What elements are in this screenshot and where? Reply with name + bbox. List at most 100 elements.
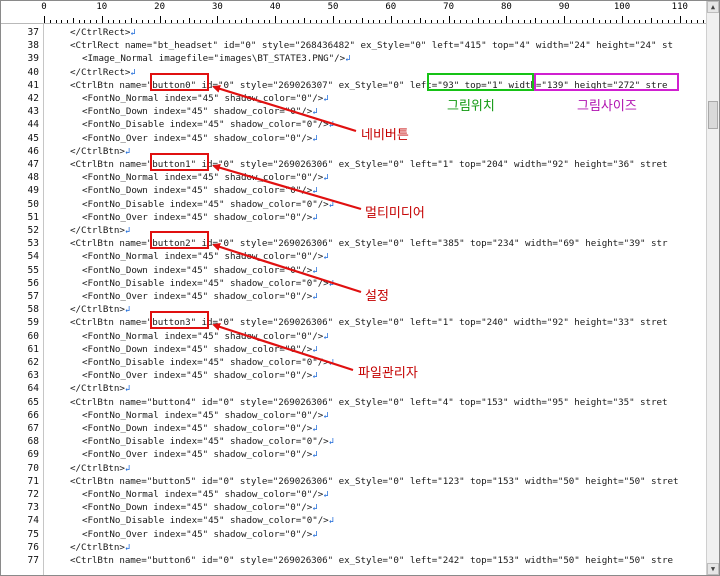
code-line[interactable]: <FontNo_Down index="45" shadow_color="0"… (82, 343, 318, 356)
code-line[interactable]: </CtrlBtn>↲ (70, 303, 130, 316)
code-text: <FontNo_Normal index="45" shadow_color="… (82, 489, 324, 500)
line-return-icon: ↲ (312, 371, 318, 382)
code-text: <FontNo_Down index="45" shadow_color="0"… (82, 185, 313, 197)
line-return-icon: ↲ (124, 146, 131, 157)
code-text: </CtrlBtn> (70, 304, 125, 316)
code-line[interactable]: <Image_Normal imagefile="images\BT_STATE… (82, 52, 351, 65)
code-line[interactable]: <FontNo_Down index="45" shadow_color="0"… (82, 501, 318, 514)
ruler-tick (142, 20, 144, 23)
line-number: 38 (27, 40, 39, 52)
code-line[interactable]: <FontNo_Over index="45" shadow_color="0"… (82, 369, 318, 382)
code-line[interactable]: <CtrlRect name="bt_headset" id="0" style… (70, 39, 673, 52)
code-line[interactable]: </CtrlBtn>↲ (70, 145, 130, 158)
code-line[interactable]: </CtrlBtn>↲ (70, 382, 130, 395)
ruler-tick (402, 20, 404, 23)
code-line[interactable]: <CtrlBtn name="button4" id="0" style="26… (70, 396, 668, 409)
code-line[interactable]: <FontNo_Disable index="45" shadow_color=… (82, 277, 334, 290)
code-text: <FontNo_Disable index="45" shadow_color=… (82, 119, 329, 131)
ruler-tick (517, 20, 519, 23)
ruler-tick (419, 18, 421, 23)
code-line[interactable]: <FontNo_Disable index="45" shadow_color=… (82, 118, 334, 131)
line-number: 47 (27, 159, 39, 170)
ruler-tick (298, 20, 300, 23)
code-text: <FontNo_Disable index="45" shadow_color=… (82, 436, 329, 448)
line-number: 60 (27, 330, 39, 342)
line-return-icon: ↲ (312, 133, 318, 144)
code-text: </CtrlBtn> (70, 225, 125, 236)
scroll-down-icon[interactable]: ▼ (707, 563, 719, 575)
code-line[interactable]: <FontNo_Normal index="45" shadow_color="… (82, 250, 329, 263)
code-line[interactable]: <FontNo_Over index="45" shadow_color="0"… (82, 448, 318, 461)
ruler-tick (130, 18, 132, 23)
ruler-tick (228, 20, 230, 23)
code-line[interactable]: <FontNo_Disable index="45" shadow_color=… (82, 356, 334, 369)
code-line[interactable]: <FontNo_Over index="45" shadow_color="0"… (82, 290, 318, 303)
ruler-label: 70 (443, 2, 455, 12)
ruler-tick (280, 20, 282, 23)
code-line[interactable]: </CtrlBtn>↲ (70, 224, 130, 237)
line-number: 45 (27, 132, 39, 144)
code-line[interactable]: <FontNo_Disable index="45" shadow_color=… (82, 435, 334, 448)
ruler-tick (610, 20, 612, 23)
ruler-tick (211, 20, 213, 23)
ruler-tick (448, 16, 450, 23)
code-line[interactable]: <FontNo_Normal index="45" shadow_color="… (82, 488, 329, 501)
code-line[interactable]: <FontNo_Normal index="45" shadow_color="… (82, 330, 329, 343)
line-return-icon: ↲ (312, 265, 318, 276)
code-line[interactable]: </CtrlBtn>↲ (70, 462, 130, 475)
code-text: </CtrlBtn> (70, 145, 125, 157)
ruler-tick (575, 20, 577, 23)
line-number: 52 (27, 225, 39, 236)
code-line[interactable]: <FontNo_Over index="45" shadow_color="0"… (82, 211, 318, 224)
ruler-tick (454, 20, 456, 23)
ruler-tick (367, 20, 369, 23)
line-return-icon: ↲ (323, 490, 329, 500)
line-number: 64 (27, 383, 39, 395)
ruler-tick (431, 20, 433, 23)
highlight-position (427, 73, 534, 91)
line-number: 62 (27, 357, 39, 368)
ruler-tick (217, 16, 219, 23)
line-return-icon: ↲ (328, 516, 335, 527)
code-line[interactable]: <FontNo_Over index="45" shadow_color="0"… (82, 528, 318, 541)
line-number: 75 (27, 528, 39, 540)
line-return-icon: ↲ (312, 186, 318, 197)
code-line[interactable]: </CtrlBtn>↲ (70, 541, 130, 554)
line-number: 48 (27, 172, 39, 184)
code-text: <FontNo_Normal index="45" shadow_color="… (82, 409, 324, 421)
ruler-tick (529, 20, 531, 23)
ruler-tick (413, 20, 415, 23)
line-return-icon: ↲ (124, 305, 131, 316)
code-line[interactable]: <CtrlBtn name="button5" id="0" style="26… (70, 475, 678, 488)
ruler-tick (633, 20, 635, 23)
code-text: <FontNo_Disable index="45" shadow_color=… (82, 198, 329, 210)
ruler-tick (171, 20, 173, 23)
code-line[interactable]: </CtrlRect>↲ (70, 26, 136, 39)
code-line[interactable]: <FontNo_Disable index="45" shadow_color=… (82, 514, 334, 527)
vertical-scrollbar[interactable]: ▲ ▼ (706, 1, 719, 575)
code-line[interactable]: <CtrlBtn name="button6" id="0" style="26… (70, 554, 673, 567)
code-line[interactable]: <FontNo_Normal index="45" shadow_color="… (82, 171, 329, 184)
ruler-tick (350, 20, 352, 23)
line-number: 55 (27, 264, 39, 276)
code-line[interactable]: <FontNo_Down index="45" shadow_color="0"… (82, 422, 318, 435)
ruler-tick (604, 20, 606, 23)
ruler-tick (361, 18, 363, 23)
code-line[interactable]: <FontNo_Down index="45" shadow_color="0"… (82, 264, 318, 277)
label-file-manager: 파일관리자 (358, 366, 418, 381)
ruler-tick (442, 20, 444, 23)
code-line[interactable]: <FontNo_Over index="45" shadow_color="0"… (82, 132, 318, 145)
scroll-up-icon[interactable]: ▲ (707, 1, 719, 13)
code-line[interactable]: </CtrlRect>↲ (70, 66, 136, 79)
line-return-icon: ↲ (130, 28, 136, 38)
code-line[interactable]: <FontNo_Normal index="45" shadow_color="… (82, 92, 329, 105)
ruler-tick (564, 16, 566, 23)
code-line[interactable]: <FontNo_Down index="45" shadow_color="0"… (82, 184, 318, 197)
line-number-gutter: 37 38 39 40 41 42 43 44 45 46 47 48 49 50 51 52 53 54 55 56… (1, 24, 44, 575)
code-line[interactable]: <FontNo_Down index="45" shadow_color="0"… (82, 105, 318, 118)
code-line[interactable]: <FontNo_Disable index="45" shadow_color=… (82, 198, 334, 211)
scroll-thumb[interactable] (708, 101, 718, 129)
line-return-icon: ↲ (312, 292, 318, 302)
ruler-tick (72, 18, 74, 23)
code-line[interactable]: <FontNo_Normal index="45" shadow_color="… (82, 409, 329, 422)
